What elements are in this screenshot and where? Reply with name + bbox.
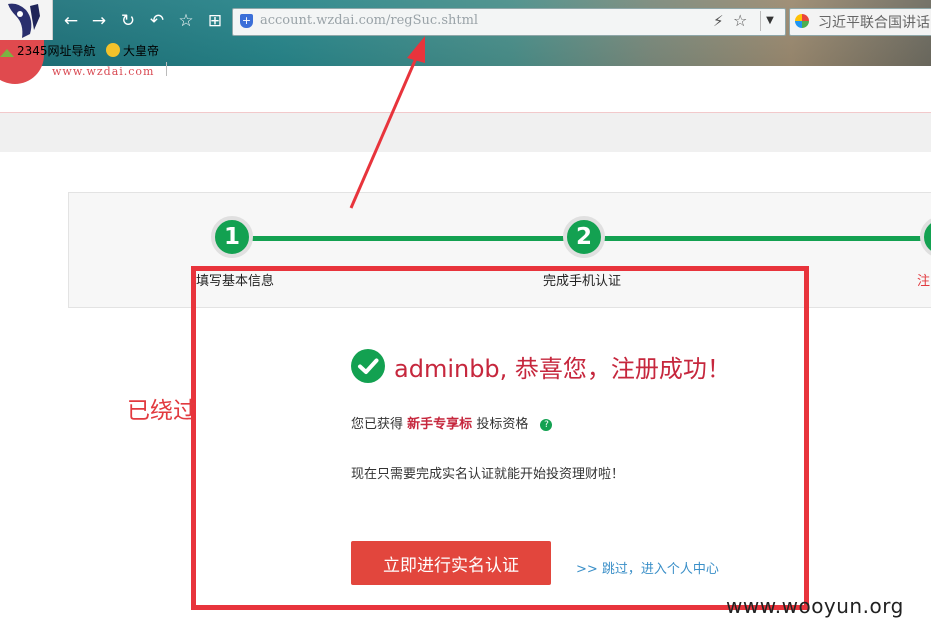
apps-grid-icon[interactable]: ⊞ [204,10,226,32]
house-icon [0,49,14,57]
site-logo-url: www.wzdai.com [52,65,155,78]
security-shield-icon: + [240,14,253,28]
header-divider [166,62,167,76]
bookmark-star-icon[interactable]: ☆ [733,11,747,30]
search-text[interactable]: 习近平联合国讲话 [818,12,930,32]
bookmark-dahuangdi[interactable]: 大皇帝 [106,42,159,59]
qualification-prefix: 您已获得 [351,417,404,432]
undo-icon[interactable]: ↶ [146,10,168,32]
success-title: adminbb, 恭喜您，注册成功！ [394,355,731,383]
verification-notice: 现在只需要完成实名认证就能开始投资理财啦！ [351,467,625,482]
qualification-suffix: 投标资格 [476,417,529,432]
step-2-circle: 2 [563,216,605,258]
chevron-down-icon[interactable]: ▼ [760,11,779,31]
qualification-line: 您已获得 新手专享标 投标资格 ? [351,413,553,432]
search-engine-icon [795,14,809,28]
speed-mode-icon[interactable]: ⚡ [713,12,724,30]
avatar-image [8,3,40,39]
skip-to-user-center-link[interactable]: >> 跳过，进入个人中心 [576,558,719,577]
bookmark-label: 大皇帝 [123,44,160,58]
nav-band [0,113,931,152]
step-1-circle: 1 [211,216,253,258]
verify-identity-button[interactable]: 立即进行实名认证 [351,541,551,585]
help-icon[interactable]: ? [540,419,553,431]
avatar[interactable] [0,0,53,40]
bookmark-favicon-icon [106,43,120,57]
bookmark-label: 2345网址导航 [17,44,96,58]
refresh-icon[interactable]: ↻ [117,10,139,32]
watermark: www.wooyun.org [726,594,904,618]
bookmark-2345[interactable]: 2345网址导航 [0,42,96,59]
forward-icon[interactable]: → [88,10,110,32]
browser-toolbar: ← → ↻ ↶ ☆ ⊞ + account.wzdai.com/regSuc.s… [0,0,931,66]
newbie-bid-link[interactable]: 新手专享标 [407,417,472,432]
favorite-star-icon[interactable]: ☆ [175,10,197,32]
back-icon[interactable]: ← [60,10,82,32]
check-icon [351,349,385,383]
step-3-label: 注 [917,274,931,289]
address-url[interactable]: account.wzdai.com/regSuc.shtml [260,13,478,28]
bypass-annotation: 已绕过 [127,398,196,424]
search-input[interactable]: 习近平联合国讲话 [789,8,931,36]
address-bar[interactable]: + account.wzdai.com/regSuc.shtml ⚡ ☆ ▼ [232,8,786,36]
